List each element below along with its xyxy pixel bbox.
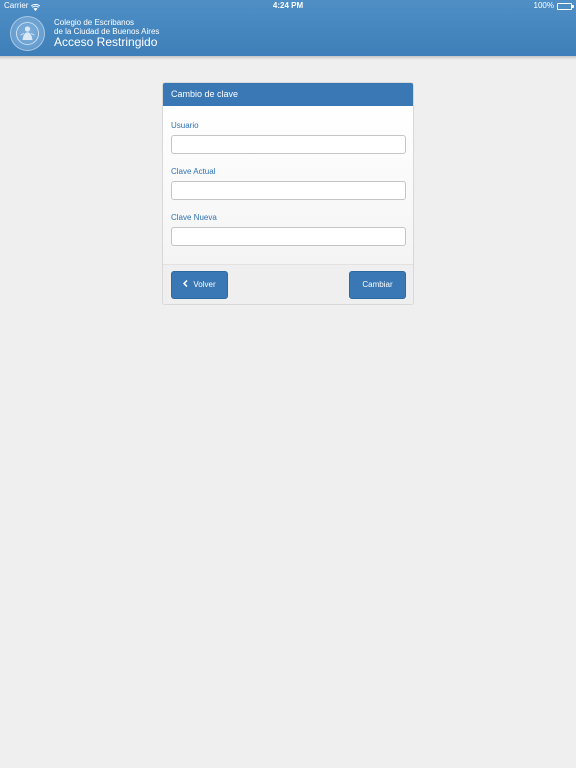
card-title: Cambio de clave	[163, 83, 413, 106]
header-shadow	[0, 56, 576, 60]
form-footer: Volver Cambiar	[163, 264, 413, 304]
screen: Carrier 4:24 PM 100% Colegio de Escriban…	[0, 0, 576, 768]
new-password-input[interactable]	[171, 227, 406, 246]
org-name-line1: Colegio de Escribanos	[54, 18, 135, 27]
change-password-button[interactable]: Cambiar	[349, 271, 406, 299]
app-header: Carrier 4:24 PM 100% Colegio de Escriban…	[0, 0, 576, 56]
page-title: Acceso Restringido	[54, 35, 158, 49]
battery-percent: 100%	[533, 1, 554, 10]
status-right: 100%	[533, 0, 574, 12]
back-button-content: Volver	[183, 272, 216, 298]
current-password-input[interactable]	[171, 181, 406, 200]
status-bar: Carrier 4:24 PM 100%	[0, 0, 576, 12]
form-body: Usuario Clave Actual Clave Nueva	[163, 106, 413, 264]
change-password-card: Cambio de clave Usuario Clave Actual Cla…	[162, 82, 414, 305]
current-password-label: Clave Actual	[171, 167, 216, 176]
username-input[interactable]	[171, 135, 406, 154]
battery-icon	[557, 2, 574, 10]
back-button[interactable]: Volver	[171, 271, 228, 299]
chevron-left-icon	[183, 272, 188, 298]
change-button-label: Cambiar	[362, 280, 393, 289]
status-time: 4:24 PM	[272, 1, 304, 10]
back-button-label: Volver	[193, 280, 216, 289]
seal-logo-icon	[10, 16, 45, 51]
username-label: Usuario	[171, 121, 199, 130]
new-password-label: Clave Nueva	[171, 213, 217, 222]
